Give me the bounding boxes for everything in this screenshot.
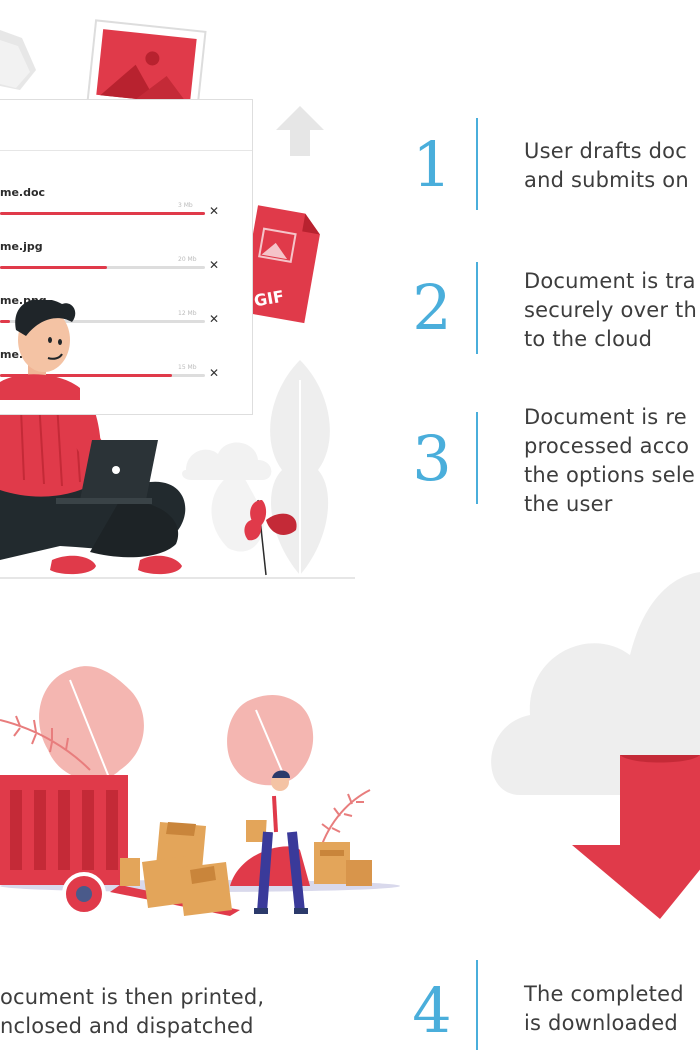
progress-track bbox=[0, 266, 205, 269]
step-divider bbox=[476, 412, 478, 504]
step-line: The completed bbox=[524, 982, 684, 1006]
file-row: me.jpg 20 Mb ✕ bbox=[0, 240, 252, 272]
step-divider bbox=[476, 262, 478, 354]
file-name: me.doc bbox=[0, 186, 46, 199]
step-divider bbox=[476, 960, 478, 1050]
file-name: me.jpg bbox=[0, 240, 43, 253]
step-description: Document is tra securely over th to the … bbox=[524, 267, 697, 354]
step-line: nclosed and dispatched bbox=[0, 1014, 254, 1038]
progress-fill bbox=[0, 212, 205, 215]
file-size: 3 Mb bbox=[178, 202, 193, 209]
step-line: the user bbox=[524, 492, 613, 516]
progress-fill bbox=[0, 266, 107, 269]
step-divider bbox=[476, 118, 478, 210]
close-icon[interactable]: ✕ bbox=[209, 258, 219, 272]
step-number: 3 bbox=[412, 422, 452, 495]
step-line: Document is tra bbox=[524, 269, 696, 293]
step-number: 4 bbox=[412, 974, 452, 1047]
step-description: The completed is downloaded bbox=[524, 980, 684, 1038]
step-line: ocument is then printed, bbox=[0, 985, 265, 1009]
step-line: securely over th bbox=[524, 298, 697, 322]
file-size: 20 Mb bbox=[178, 256, 197, 263]
close-icon[interactable]: ✕ bbox=[209, 204, 219, 218]
step-line: and submits on bbox=[524, 168, 689, 192]
step-line: Document is re bbox=[524, 405, 687, 429]
file-size: 15 Mb bbox=[178, 364, 197, 371]
step-number: 1 bbox=[412, 128, 452, 201]
close-icon[interactable]: ✕ bbox=[209, 312, 219, 326]
file-size: 12 Mb bbox=[178, 310, 197, 317]
close-icon[interactable]: ✕ bbox=[209, 366, 219, 380]
panel-divider bbox=[0, 150, 252, 151]
progress-track bbox=[0, 212, 205, 215]
delivery-illustration bbox=[0, 666, 400, 916]
file-row: me.doc 3 Mb ✕ bbox=[0, 186, 252, 218]
step-line: is downloaded bbox=[524, 1011, 678, 1035]
step-description: User drafts doc and submits on bbox=[524, 137, 689, 195]
person-head bbox=[0, 300, 80, 400]
step-line: the options sele bbox=[524, 463, 695, 487]
step-line: User drafts doc bbox=[524, 139, 687, 163]
step-number: 2 bbox=[412, 271, 452, 344]
step-line: processed acco bbox=[524, 434, 690, 458]
cloud-download-illustration bbox=[491, 572, 700, 919]
step-line: to the cloud bbox=[524, 327, 653, 351]
document-stack-icon bbox=[0, 30, 36, 90]
upload-arrow-icon bbox=[276, 106, 324, 156]
step-dispatch-description: ocument is then printed, nclosed and dis… bbox=[0, 983, 264, 1041]
step-description: Document is re processed acco the option… bbox=[524, 403, 695, 519]
